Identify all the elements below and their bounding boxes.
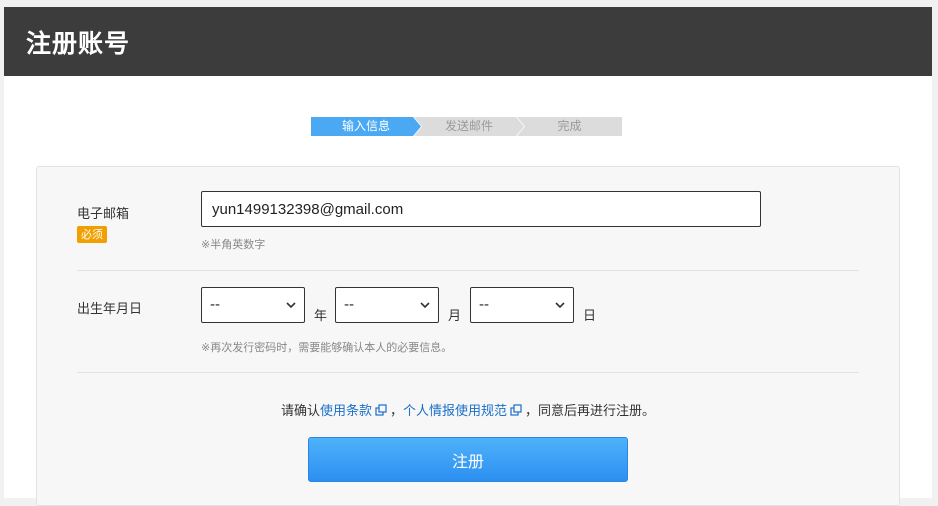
register-button[interactable]: 注册 <box>308 437 628 482</box>
register-form: 电子邮箱 必须 ※半角英数字 出生年月日 -- 年 -- 月 -- 日 ※再次发… <box>36 166 900 506</box>
chevron-down-icon <box>555 302 565 309</box>
required-badge: 必须 <box>77 226 107 243</box>
step-input-info: 输入信息 <box>311 117 421 136</box>
agreement-text: 请确认使用条款 ，个人情报使用规范 ，同意后再进行注册。 <box>280 404 656 419</box>
chevron-down-icon <box>286 302 296 309</box>
progress-steps: 输入信息 发送邮件 完成 <box>311 117 622 136</box>
register-page: 注册账号 输入信息 发送邮件 完成 电子邮箱 必须 ※半角英数字 出生年月日 -… <box>4 7 932 506</box>
month-unit: 月 <box>448 309 462 324</box>
external-link-icon <box>510 404 522 416</box>
step-send-mail: 发送邮件 <box>414 117 524 136</box>
month-select[interactable]: -- <box>335 287 439 323</box>
birth-label: 出生年月日 <box>77 302 143 317</box>
page-title: 注册账号 <box>26 28 131 58</box>
day-select[interactable]: -- <box>470 287 574 323</box>
terms-link[interactable]: 使用条款 <box>320 404 372 419</box>
divider <box>77 372 859 373</box>
year-unit: 年 <box>314 309 328 324</box>
email-input[interactable] <box>201 191 761 227</box>
privacy-link[interactable]: 个人情报使用规范 <box>403 404 507 419</box>
birth-hint: ※再次发行密码时，需要能够确认本人的必要信息。 <box>201 341 453 354</box>
divider <box>77 270 859 271</box>
page-header: 注册账号 <box>4 7 932 76</box>
chevron-down-icon <box>420 302 430 309</box>
step-complete: 完成 <box>517 117 622 136</box>
year-select[interactable]: -- <box>201 287 305 323</box>
email-hint: ※半角英数字 <box>201 238 266 251</box>
email-label: 电子邮箱 <box>77 207 130 222</box>
external-link-icon <box>375 404 387 416</box>
day-unit: 日 <box>583 309 597 324</box>
